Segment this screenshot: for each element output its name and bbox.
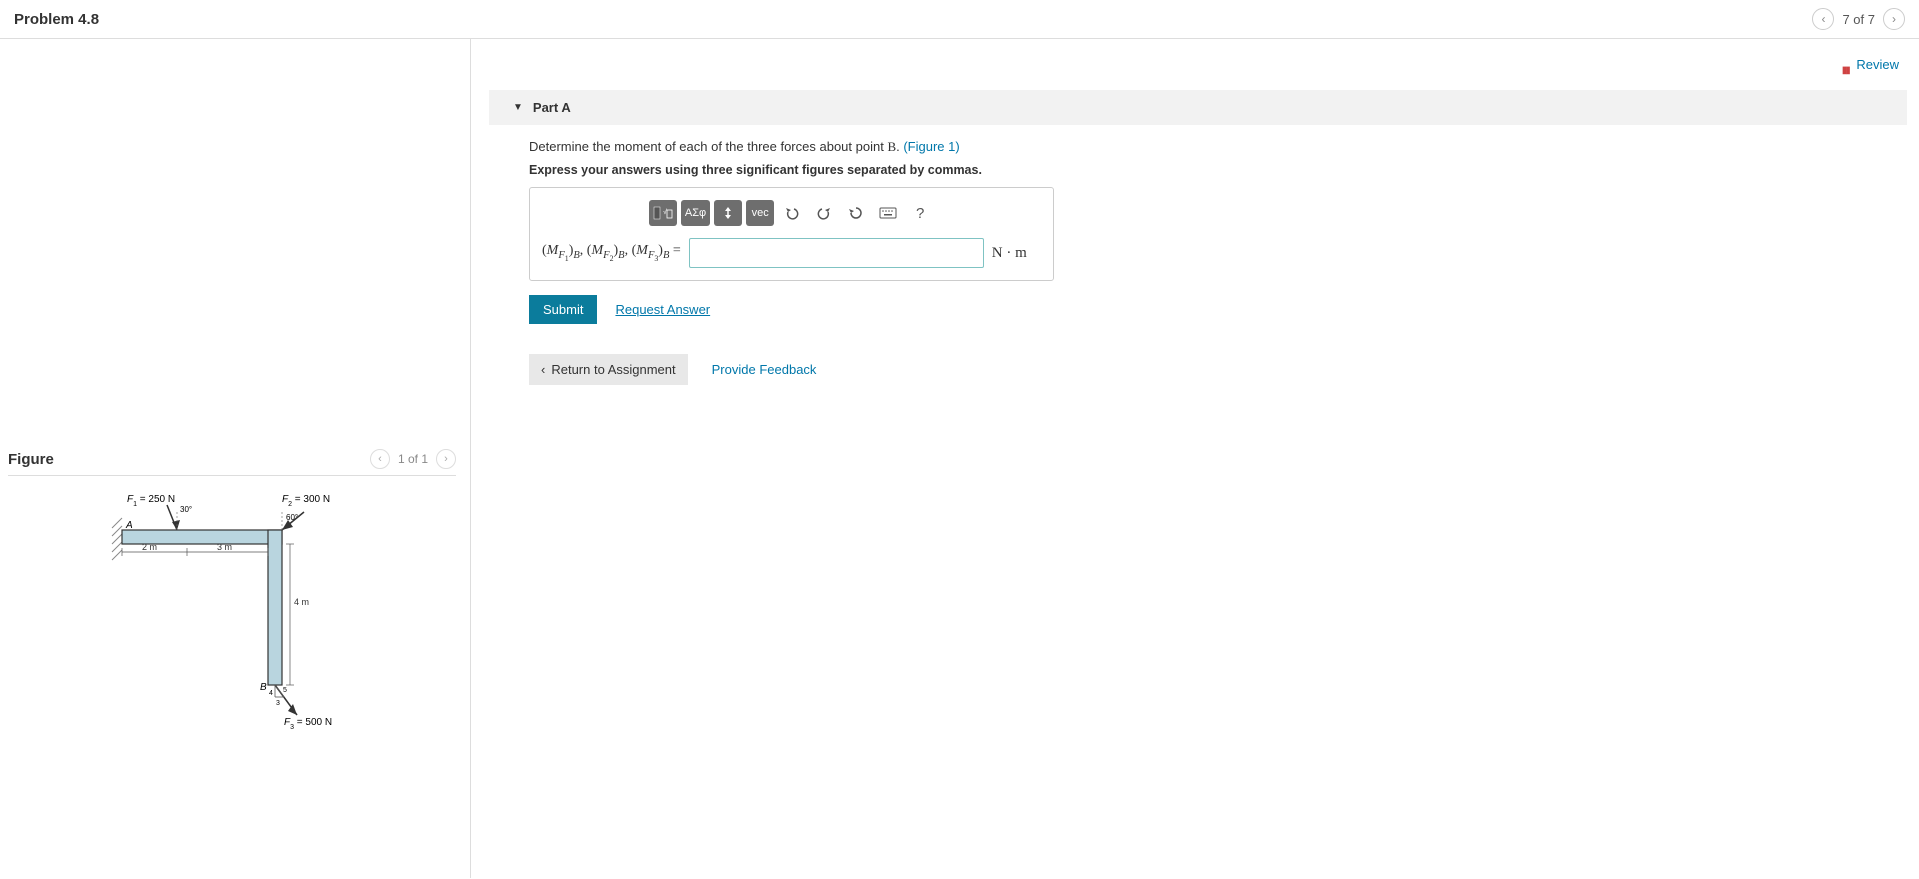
unit-label: N · m: [992, 245, 1027, 262]
part-header[interactable]: ▼ Part A: [489, 90, 1907, 125]
F3-tri-hyp: 5: [283, 687, 287, 694]
content-area: Figure ‹ 1 of 1 ›: [0, 39, 1919, 878]
reset-button[interactable]: [842, 200, 870, 226]
request-answer-link[interactable]: Request Answer: [615, 302, 710, 317]
figure-image: A B F1 = 250 N 30°: [8, 490, 456, 753]
figure-svg: A B F1 = 250 N 30°: [92, 490, 372, 750]
next-page-button[interactable]: ›: [1883, 8, 1905, 30]
figure-header: Figure ‹ 1 of 1 ›: [8, 449, 456, 476]
return-button[interactable]: ‹ Return to Assignment: [529, 354, 688, 385]
page-nav: ‹ 7 of 7 ›: [1812, 8, 1905, 30]
F2-angle: 60°: [286, 513, 298, 522]
force-F3: 3 4 5 F3 = 500 N: [269, 685, 332, 731]
dim-4m: 4 m: [286, 544, 309, 685]
figure-title: Figure: [8, 451, 54, 468]
figure-section: Figure ‹ 1 of 1 ›: [8, 449, 456, 753]
figure-next-button[interactable]: ›: [436, 449, 456, 469]
express-instruction: Express your answers using three signifi…: [529, 163, 1911, 177]
help-button[interactable]: ?: [906, 200, 934, 226]
review-icon: [1839, 61, 1849, 71]
answer-toolbar: √ ΑΣφ vec: [542, 200, 1041, 226]
svg-text:3 m: 3 m: [217, 542, 232, 552]
answer-variable-label: (MF1)B, (MF2)B, (MF3)B =: [542, 243, 681, 263]
part-body: Determine the moment of each of the thre…: [489, 125, 1919, 399]
page-counter: 7 of 7: [1842, 12, 1875, 27]
templates-button[interactable]: √: [649, 200, 677, 226]
F3-label: F3 = 500 N: [284, 717, 332, 731]
redo-button[interactable]: [810, 200, 838, 226]
answer-row: (MF1)B, (MF2)B, (MF3)B = N · m: [542, 238, 1041, 268]
vec-button[interactable]: vec: [746, 200, 774, 226]
answer-box: √ ΑΣφ vec: [529, 187, 1054, 281]
prev-page-button[interactable]: ‹: [1812, 8, 1834, 30]
svg-text:4 m: 4 m: [294, 597, 309, 607]
actions-row: Submit Request Answer: [529, 295, 1911, 324]
symbols-button[interactable]: ΑΣφ: [681, 200, 710, 226]
part-label: Part A: [533, 100, 571, 115]
problem-title: Problem 4.8: [14, 11, 99, 28]
svg-text:√: √: [663, 208, 667, 216]
submit-button[interactable]: Submit: [529, 295, 597, 324]
page-header: Problem 4.8 ‹ 7 of 7 ›: [0, 0, 1919, 39]
figure-prev-button[interactable]: ‹: [370, 449, 390, 469]
undo-button[interactable]: [778, 200, 806, 226]
right-panel: Review ▼ Part A Determine the moment of …: [471, 39, 1919, 878]
chevron-left-icon: ‹: [541, 362, 545, 377]
figure-nav: ‹ 1 of 1 ›: [370, 449, 456, 469]
F1-angle: 30°: [180, 505, 192, 514]
review-link[interactable]: Review: [1839, 57, 1899, 72]
review-label: Review: [1856, 57, 1899, 72]
footer-row: ‹ Return to Assignment Provide Feedback: [529, 354, 1911, 385]
review-row: Review: [489, 57, 1919, 72]
caret-down-icon: ▼: [513, 102, 523, 113]
figure-link[interactable]: (Figure 1): [903, 139, 959, 154]
force-F2: F2 = 300 N 60°: [282, 494, 330, 530]
F3-tri-v: 4: [269, 690, 273, 697]
F2-label: F2 = 300 N: [282, 494, 330, 508]
force-F1: F1 = 250 N 30°: [127, 494, 192, 530]
point-A-label: A: [125, 520, 133, 531]
keyboard-button[interactable]: [874, 200, 902, 226]
left-panel: Figure ‹ 1 of 1 ›: [0, 39, 470, 878]
answer-input[interactable]: [689, 238, 984, 268]
svg-text:2 m: 2 m: [142, 542, 157, 552]
point-B-label: B: [260, 682, 267, 693]
feedback-link[interactable]: Provide Feedback: [712, 362, 817, 377]
subscript-button[interactable]: [714, 200, 742, 226]
figure-counter: 1 of 1: [398, 452, 428, 466]
F3-tri-h: 3: [276, 700, 280, 707]
prompt-text: Determine the moment of each of the thre…: [529, 139, 1911, 155]
